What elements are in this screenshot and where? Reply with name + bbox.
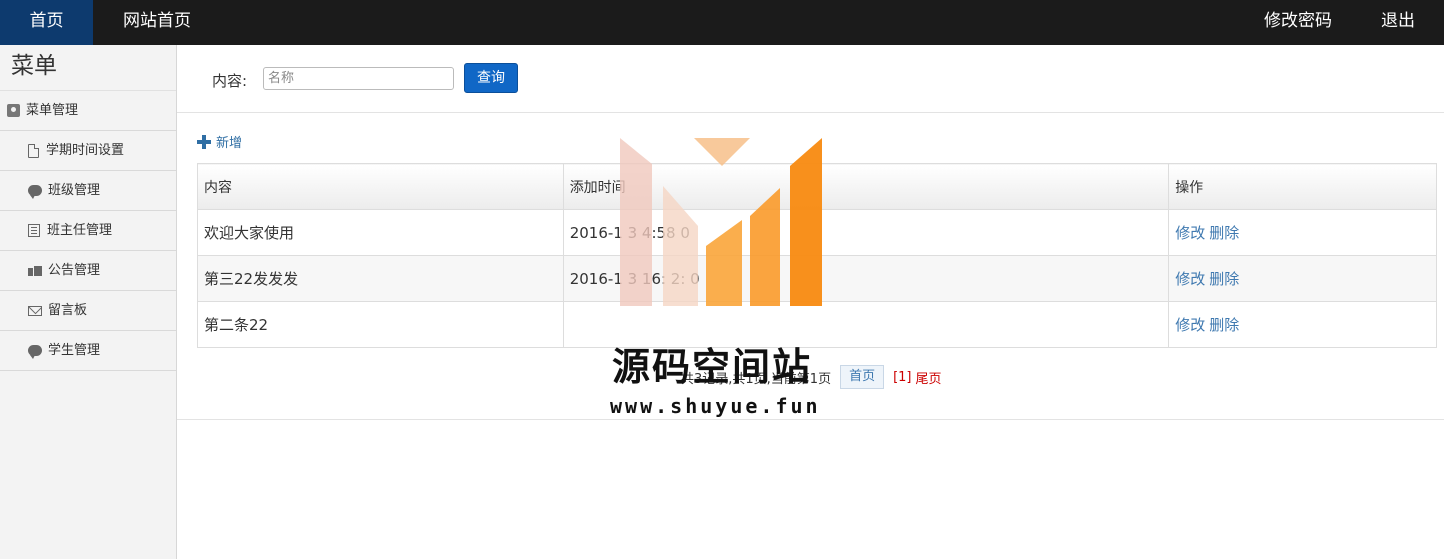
cell-time xyxy=(562,301,1170,348)
plus-icon xyxy=(197,134,211,149)
cell-content: 第三22发发发 xyxy=(197,255,564,302)
column-header-content: 内容 xyxy=(197,163,564,210)
cell-content: 第二条22 xyxy=(197,301,564,348)
sidebar-title: 菜单 xyxy=(0,45,176,91)
table-row: 欢迎大家使用 2016-1 3 4:58 0 修改 删除 xyxy=(197,209,1437,256)
search-input[interactable] xyxy=(263,67,454,90)
divider xyxy=(177,419,1444,420)
sidebar-item-class-management[interactable]: 班级管理 xyxy=(0,171,176,211)
data-table: 内容 添加时间 操作 欢迎大家使用 2016-1 3 4:58 0 修改 删除 第… xyxy=(197,163,1437,348)
bullhorn-icon xyxy=(28,265,42,276)
pagination-last-link[interactable]: 尾页 xyxy=(916,368,942,387)
sidebar-item-label: 班级管理 xyxy=(48,182,101,198)
pagination-current-page[interactable]: [1] xyxy=(893,370,911,385)
cell-content: 欢迎大家使用 xyxy=(197,209,564,256)
table-row: 第二条22 修改 删除 xyxy=(197,301,1437,348)
sidebar: 菜单 菜单管理 学期时间设置 班级管理 班主任管理 公告管理 留言板 学生管理 xyxy=(0,45,177,559)
edit-link[interactable]: 修改 xyxy=(1175,270,1205,288)
search-button[interactable]: 查询 xyxy=(464,63,518,93)
delete-link[interactable]: 删除 xyxy=(1209,316,1239,334)
edit-link[interactable]: 修改 xyxy=(1175,224,1205,242)
envelope-icon xyxy=(28,305,42,316)
comment-icon xyxy=(28,185,42,199)
sidebar-item-label: 学生管理 xyxy=(48,342,101,358)
column-header-actions: 操作 xyxy=(1168,163,1437,210)
cell-time: 2016-1 3 16: 2: 0 xyxy=(562,255,1170,302)
table-row: 第三22发发发 2016-1 3 16: 2: 0 修改 删除 xyxy=(197,255,1437,302)
sidebar-group-label: 菜单管理 xyxy=(26,102,79,118)
sidebar-item-teacher-management[interactable]: 班主任管理 xyxy=(0,211,176,251)
nav-site-home-link[interactable]: 网站首页 xyxy=(123,0,191,45)
sidebar-item-semester-time[interactable]: 学期时间设置 xyxy=(0,131,176,171)
sidebar-item-student-management[interactable]: 学生管理 xyxy=(0,331,176,371)
nav-home-link[interactable]: 首页 xyxy=(0,0,93,45)
main-content: 内容: 查询 新增 内容 添加时间 操作 欢迎大家使用 2016-1 3 4:5… xyxy=(177,45,1444,559)
sidebar-item-label: 留言板 xyxy=(48,302,88,318)
add-label: 新增 xyxy=(216,136,243,151)
sidebar-group-menu-management[interactable]: 菜单管理 xyxy=(0,91,176,131)
add-button[interactable]: 新增 xyxy=(197,132,242,151)
delete-link[interactable]: 删除 xyxy=(1209,270,1239,288)
top-navbar: 首页 网站首页 修改密码 退出 xyxy=(0,0,1444,45)
pagination-first-button[interactable]: 首页 xyxy=(840,365,885,389)
nav-change-password-link[interactable]: 修改密码 xyxy=(1264,0,1332,45)
cell-actions: 修改 删除 xyxy=(1168,255,1437,302)
comment-icon xyxy=(28,345,42,359)
table-header-row: 内容 添加时间 操作 xyxy=(197,163,1437,210)
edit-link[interactable]: 修改 xyxy=(1175,316,1205,334)
search-bar: 内容: 查询 xyxy=(177,45,1444,113)
delete-link[interactable]: 删除 xyxy=(1209,224,1239,242)
sidebar-item-message-board[interactable]: 留言板 xyxy=(0,291,176,331)
nav-logout-link[interactable]: 退出 xyxy=(1381,0,1415,45)
pagination-info: 共3记录,共1页,当前第1页 xyxy=(681,371,832,387)
column-header-time: 添加时间 xyxy=(562,163,1170,210)
cell-actions: 修改 删除 xyxy=(1168,301,1437,348)
user-card-icon xyxy=(7,104,20,117)
cell-time: 2016-1 3 4:58 0 xyxy=(562,209,1170,256)
cell-actions: 修改 删除 xyxy=(1168,209,1437,256)
sidebar-item-label: 公告管理 xyxy=(48,262,101,278)
sidebar-item-label: 学期时间设置 xyxy=(46,142,125,158)
sidebar-item-notice-management[interactable]: 公告管理 xyxy=(0,251,176,291)
file-icon xyxy=(28,143,39,158)
search-label: 内容: xyxy=(212,72,248,90)
list-icon xyxy=(28,224,40,237)
sidebar-item-label: 班主任管理 xyxy=(47,222,113,238)
